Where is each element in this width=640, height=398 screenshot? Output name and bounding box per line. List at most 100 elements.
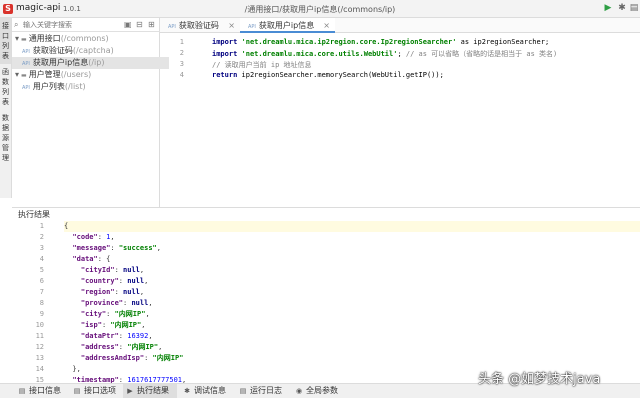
search-bar: ⌕ ▣ ⊟ ⊞ xyxy=(12,18,160,32)
bottom-tab-label: 执行结果 xyxy=(137,386,169,395)
debug-icon[interactable]: ✱ xyxy=(617,3,627,13)
api-tag: API xyxy=(168,24,176,30)
api-tag: API xyxy=(22,61,30,67)
bottom-tab-5[interactable]: ◉ 全局参数 xyxy=(292,384,346,398)
tree-path: (/list) xyxy=(64,82,86,91)
line-number: 8 xyxy=(39,299,44,307)
code-line[interactable]: // 读取用户当前 ip 地址信息 xyxy=(212,60,312,70)
left-tab-1[interactable]: 函数列表 xyxy=(0,64,11,110)
line-number: 10 xyxy=(35,321,44,329)
play-icon: ▶ xyxy=(127,387,133,395)
tree-label: 通用接口 xyxy=(28,34,61,43)
breadcrumb: /通用接口/获取用户ip信息(/commons/ip) xyxy=(244,5,396,14)
line-number: 4 xyxy=(39,255,44,263)
expand-icon[interactable]: ⊞ xyxy=(148,20,155,30)
result-line[interactable]: "message": "success", xyxy=(64,243,640,254)
result-line[interactable]: "address": "内网IP", xyxy=(64,342,640,353)
result-line[interactable]: "country": null, xyxy=(64,276,640,287)
result-line[interactable]: "region": null, xyxy=(64,287,640,298)
line-number: 5 xyxy=(39,266,44,274)
left-tab-2[interactable]: 数据源管理 xyxy=(0,110,11,166)
line-number: 6 xyxy=(39,277,44,285)
bug-icon: ✱ xyxy=(184,387,190,395)
result-line[interactable]: "city": "内网IP", xyxy=(64,309,640,320)
tree-item[interactable]: API 用户列表(/list) xyxy=(12,81,169,93)
code-line[interactable]: import 'net.dreamlu.mica.ip2region.core.… xyxy=(212,38,549,46)
tree-label: 获取用户ip信息 xyxy=(32,58,89,67)
line-number: 1 xyxy=(179,38,184,46)
chevron-down-icon[interactable]: ▾ xyxy=(15,34,19,43)
line-number: 7 xyxy=(39,288,44,296)
search-icon: ⌕ xyxy=(14,20,19,29)
left-tab-0[interactable]: 接口列表 xyxy=(0,18,11,64)
code-line[interactable]: import 'net.dreamlu.mica.core.utils.WebU… xyxy=(212,49,557,59)
options-icon: ▤ xyxy=(73,387,81,395)
tree-group[interactable]: ▾ ▬ 通用接口(/commons) xyxy=(12,33,162,45)
bottom-tab-label: 运行日志 xyxy=(250,386,282,395)
info-icon: ▤ xyxy=(18,387,26,395)
log-icon: ▤ xyxy=(239,387,247,395)
tree-path: (/users) xyxy=(60,70,92,79)
line-number: 3 xyxy=(39,244,44,252)
run-icon[interactable]: ▶ xyxy=(603,3,613,13)
result-gutter: 1 2 3 4 5 6 7 8 9 10 11 12 13 14 15 xyxy=(12,220,64,384)
new-folder-icon[interactable]: ▣ xyxy=(124,20,132,30)
close-icon[interactable]: × xyxy=(228,18,235,33)
global-icon: ◉ xyxy=(295,387,303,395)
code-editor: API 获取验证码 × API 获取用户ip信息 × 1 import 'net.drea… xyxy=(160,18,640,208)
bottom-tab-label: 接口选项 xyxy=(84,386,116,395)
bottom-tab-label: 接口信息 xyxy=(29,386,61,395)
editor-tabs: API 获取验证码 × API 获取用户ip信息 × xyxy=(160,18,640,33)
tab-captcha[interactable]: API 获取验证码 × xyxy=(160,18,240,33)
search-input[interactable] xyxy=(23,19,117,30)
tree-item[interactable]: API 获取用户ip信息(/ip) xyxy=(12,57,169,69)
bottom-tab-label: 全局参数 xyxy=(306,386,338,395)
result-line[interactable]: "cityId": null, xyxy=(64,265,640,276)
api-tag: API xyxy=(22,85,30,91)
line-number: 9 xyxy=(39,310,44,318)
line-number: 3 xyxy=(179,60,184,68)
result-line[interactable]: "isp": "内网IP", xyxy=(64,320,640,331)
api-tag: API xyxy=(22,49,30,55)
code-line[interactable]: return ip2regionSearcher.memorySearch(We… xyxy=(212,71,444,79)
result-line[interactable]: { xyxy=(64,221,640,232)
line-number: 1 xyxy=(39,222,44,230)
bottom-tab-label: 调试信息 xyxy=(194,386,226,395)
save-icon[interactable]: ▤ xyxy=(629,3,639,13)
bottom-tab-4[interactable]: ▤ 运行日志 xyxy=(236,384,290,398)
close-icon[interactable]: × xyxy=(323,18,330,33)
tab-label: 获取用户ip信息 xyxy=(258,21,315,30)
bottom-tab-3[interactable]: ✱ 调试信息 xyxy=(180,384,234,398)
line-number: 4 xyxy=(179,71,184,79)
tab-ip-info[interactable]: API 获取用户ip信息 × xyxy=(240,18,335,33)
line-number: 12 xyxy=(35,343,44,351)
line-number: 13 xyxy=(35,354,44,362)
folder-icon: ▬ xyxy=(21,36,27,43)
title-bar: S magic-api 1.0.1 /通用接口/获取用户ip信息(/common… xyxy=(0,0,640,18)
tree-item[interactable]: API 获取验证码(/captcha) xyxy=(12,45,169,57)
result-title: 执行结果 xyxy=(12,207,640,220)
result-line[interactable]: "data": { xyxy=(64,254,640,265)
tree-label: 用户列表 xyxy=(32,82,65,91)
api-tag: API xyxy=(248,24,256,30)
result-line[interactable]: "code": 1, xyxy=(64,232,640,243)
left-tab-strip: 接口列表 函数列表 数据源管理 xyxy=(0,18,12,198)
chevron-down-icon[interactable]: ▾ xyxy=(15,70,19,79)
bottom-tab-1[interactable]: ▤ 接口选项 xyxy=(70,384,124,398)
line-number: 2 xyxy=(39,233,44,241)
line-number: 2 xyxy=(179,49,184,57)
tree-path: (/commons) xyxy=(60,34,109,43)
collapse-icon[interactable]: ⊟ xyxy=(136,20,143,30)
bottom-tab-0[interactable]: ▤ 接口信息 xyxy=(15,384,69,398)
tree-path: (/captcha) xyxy=(72,46,114,55)
result-line[interactable]: "dataPtr": 16392, xyxy=(64,331,640,342)
tree-path: (/ip) xyxy=(88,58,105,67)
tree-group[interactable]: ▾ ▬ 用户管理(/users) xyxy=(12,69,162,81)
result-line[interactable]: "addressAndIsp": "内网IP" xyxy=(64,353,640,364)
line-number: 11 xyxy=(35,332,44,340)
result-line[interactable]: "province": null, xyxy=(64,298,640,309)
api-tree-panel: ⌕ ▣ ⊟ ⊞ ▾▬通用接口(/commons)API获取验证码(/captch… xyxy=(12,18,169,208)
tree-label: 获取验证码 xyxy=(32,46,73,55)
tab-label: 获取验证码 xyxy=(178,21,219,30)
bottom-tab-2[interactable]: ▶ 执行结果 xyxy=(123,384,177,398)
